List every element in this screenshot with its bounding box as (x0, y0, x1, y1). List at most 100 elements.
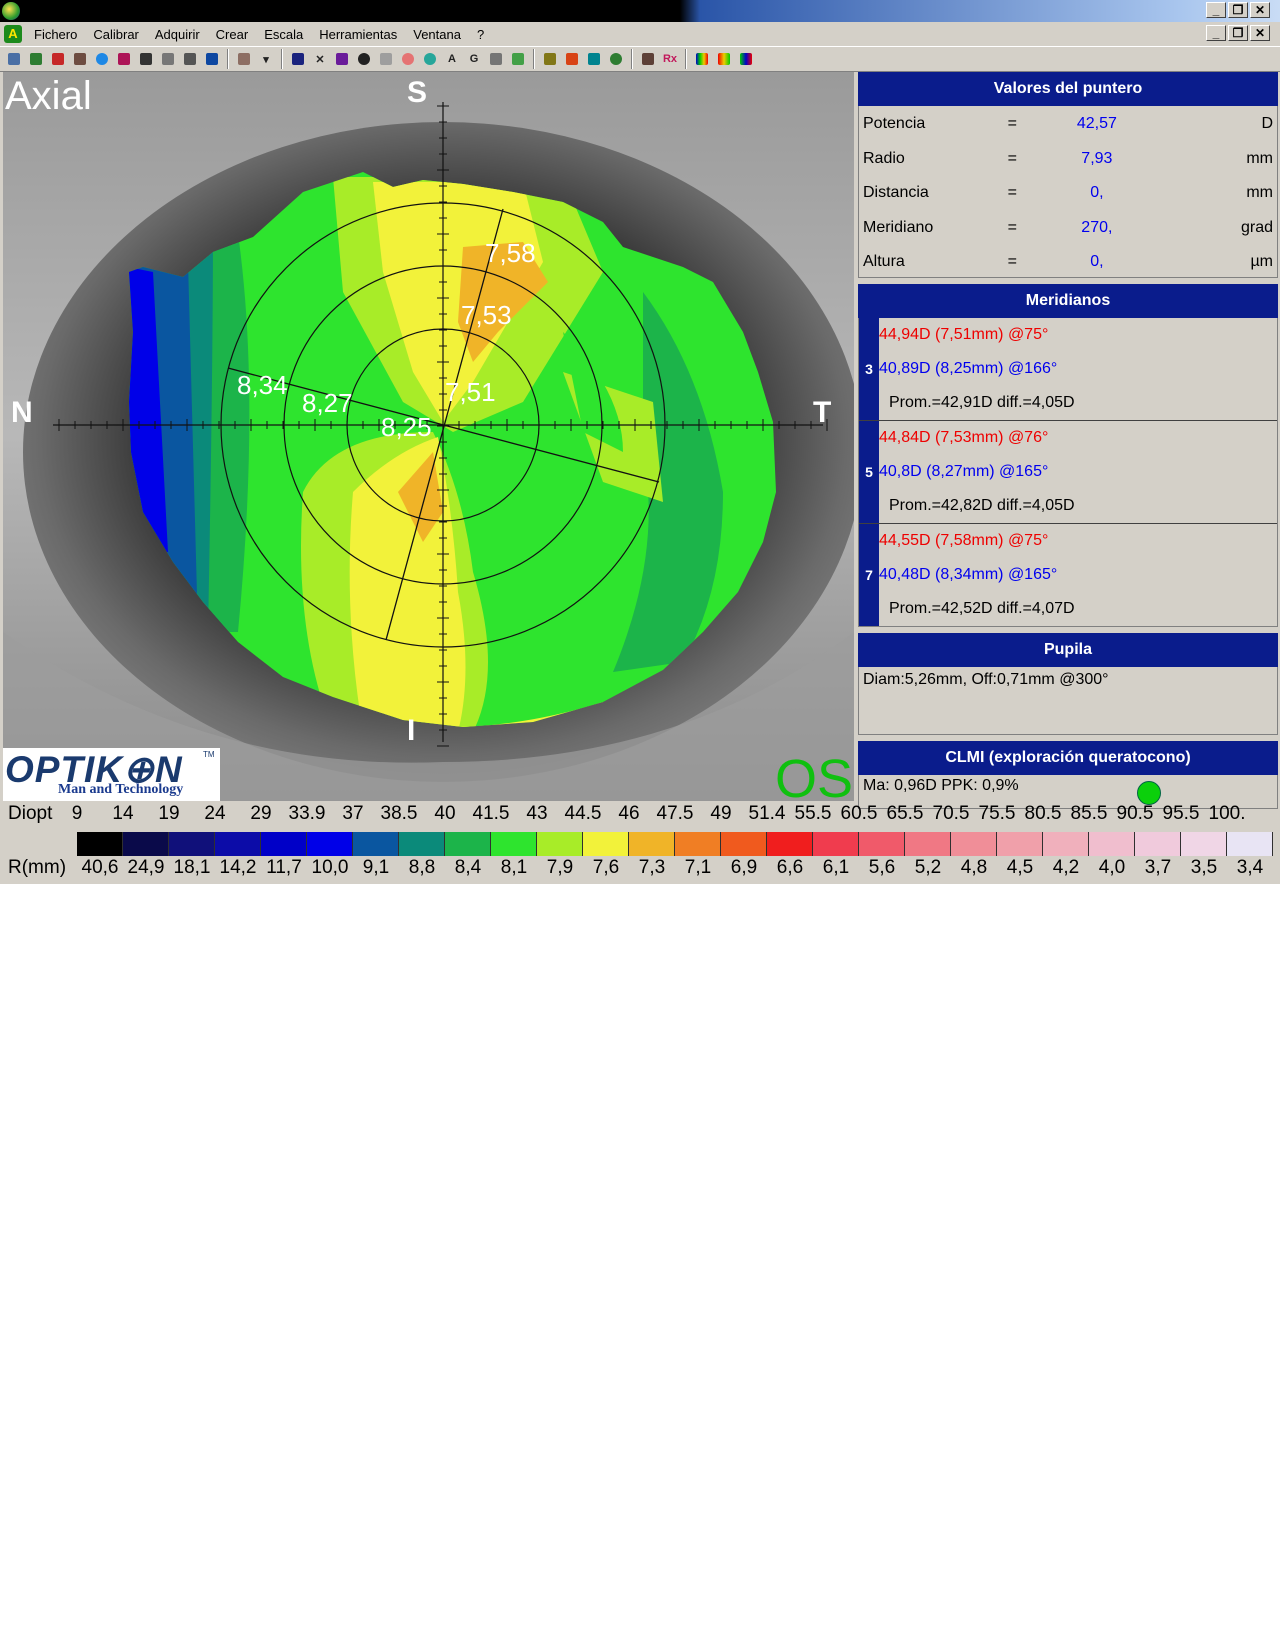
diopter-value: 90.5 (1116, 803, 1154, 824)
book-icon[interactable] (333, 50, 351, 68)
color-scale-2-icon[interactable] (715, 50, 733, 68)
scale-swatch (399, 832, 445, 856)
zone-number: 7 (859, 524, 879, 626)
scale-swatch (307, 832, 353, 856)
radius-value: 3,4 (1236, 857, 1264, 878)
child-restore-button[interactable]: ❐ (1228, 25, 1248, 41)
child-close-button[interactable]: ✕ (1250, 25, 1270, 41)
document-icon[interactable]: A (4, 25, 22, 43)
menu-fichero[interactable]: Fichero (26, 27, 85, 42)
diopter-value: 55.5 (794, 803, 832, 824)
scale-swatch (1135, 832, 1181, 856)
camera-icon[interactable] (27, 50, 45, 68)
diopter-value: 24 (204, 803, 226, 824)
pupil-info: Diam:5,26mm, Off:0,71mm @300° (858, 667, 1278, 735)
radius-row: R(mm) 40,6 24,9 18,1 14,2 11,7 10,0 9,1 8,8 8,4 8… (3, 857, 1278, 883)
keratometry-icon[interactable] (421, 50, 439, 68)
flag-icon[interactable] (49, 50, 67, 68)
menu-escala[interactable]: Escala (256, 27, 311, 42)
list-icon[interactable] (289, 50, 307, 68)
simulation-icon[interactable] (639, 50, 657, 68)
scale-swatch (1181, 832, 1227, 856)
scale-swatch (169, 832, 215, 856)
scale-swatch (123, 832, 169, 856)
minimize-button[interactable]: _ (1206, 2, 1226, 18)
color-scale-3-icon[interactable] (737, 50, 755, 68)
radius-label: R(mm) (8, 857, 67, 878)
row-unit: µm (1250, 253, 1273, 271)
app-icon[interactable] (2, 2, 20, 20)
table-icon[interactable] (541, 50, 559, 68)
clmi-header: CLMI (exploración queratocono) (858, 741, 1278, 775)
radius-value: 7,9 (546, 857, 574, 878)
close-button[interactable]: ✕ (1250, 2, 1270, 18)
new-map-icon[interactable] (5, 50, 23, 68)
pointer-row-meridian: Meridiano = 270, grad (859, 211, 1277, 246)
eye-side-label: OS (775, 749, 854, 801)
menu-help[interactable]: ? (469, 27, 492, 42)
radius-value: 7,1 (684, 857, 712, 878)
row-label: Radio (863, 149, 905, 167)
steep-meridian: 44,55D (7,58mm) @75° (879, 532, 1049, 549)
chart-icon[interactable] (563, 50, 581, 68)
orientation-superior: S (407, 76, 428, 109)
print-icon[interactable] (181, 50, 199, 68)
pupil-header: Pupila (858, 633, 1278, 667)
save-as-icon[interactable] (159, 50, 177, 68)
radius-value: 8,4 (454, 857, 482, 878)
clmi-values: Ma: 0,96D PPK: 0,9% (863, 777, 1019, 794)
row-value: 42,57 (1076, 115, 1117, 133)
diopter-value: 37 (342, 803, 364, 824)
delete-icon[interactable]: ✕ (311, 50, 329, 68)
profile-icon[interactable] (487, 50, 505, 68)
row-value: 270, (1081, 218, 1113, 236)
patient-icon[interactable] (235, 50, 253, 68)
row-unit: grad (1240, 218, 1273, 236)
topography-icon[interactable] (399, 50, 417, 68)
diopter-value: 65.5 (886, 803, 924, 824)
measure-icon[interactable] (585, 50, 603, 68)
diopter-value: 33.9 (288, 803, 326, 824)
radius-value: 5,2 (914, 857, 942, 878)
scale-swatch (675, 832, 721, 856)
scale-swatch (1227, 832, 1273, 856)
radius-label-7mm-steep: 7,58 (485, 238, 536, 268)
scale-swatch (813, 832, 859, 856)
save-icon[interactable] (137, 50, 155, 68)
scale-swatch (629, 832, 675, 856)
diopter-value: 49 (710, 803, 732, 824)
pointer-row-radius: Radio = 7,93 mm (859, 142, 1277, 177)
monitor-icon[interactable] (203, 50, 221, 68)
scale-swatch (997, 832, 1043, 856)
menu-calibrar[interactable]: Calibrar (85, 27, 147, 42)
child-minimize-button[interactable]: _ (1206, 25, 1226, 41)
radius-value: 5,6 (868, 857, 896, 878)
menu-adquirir[interactable]: Adquirir (147, 27, 208, 42)
menu-crear[interactable]: Crear (208, 27, 257, 42)
restore-button[interactable]: ❐ (1228, 2, 1248, 18)
scale-swatch (1089, 832, 1135, 856)
tools-icon[interactable] (71, 50, 89, 68)
w-icon[interactable] (509, 50, 527, 68)
g-icon[interactable]: G (465, 50, 483, 68)
row-unit: mm (1246, 149, 1273, 167)
zone-number: 5 (859, 421, 879, 523)
topography-map[interactable]: Axial S I N T 7,58 7,53 7,51 8,34 8,27 8… (3, 72, 854, 801)
menu-ventana[interactable]: Ventana (405, 27, 469, 42)
r-icon[interactable] (115, 50, 133, 68)
scale-swatch (261, 832, 307, 856)
color-scale-icon[interactable] (693, 50, 711, 68)
row-unit: D (1261, 115, 1273, 133)
menu-herramientas[interactable]: Herramientas (311, 27, 405, 42)
eye-icon[interactable] (355, 50, 373, 68)
rx-icon[interactable]: Rx (661, 50, 679, 68)
radius-label-5mm-steep: 7,53 (461, 300, 512, 330)
pointer-row-power: Potencia = 42,57 D (859, 107, 1277, 142)
eye-view-icon[interactable] (607, 50, 625, 68)
dropdown-arrow-icon[interactable]: ▾ (257, 50, 275, 68)
globe-icon[interactable] (93, 50, 111, 68)
grid-icon[interactable] (377, 50, 395, 68)
a-icon[interactable]: A (443, 50, 461, 68)
row-equals: = (1007, 149, 1017, 167)
toolbar: ▾ ✕ A G Rx (0, 46, 1280, 72)
